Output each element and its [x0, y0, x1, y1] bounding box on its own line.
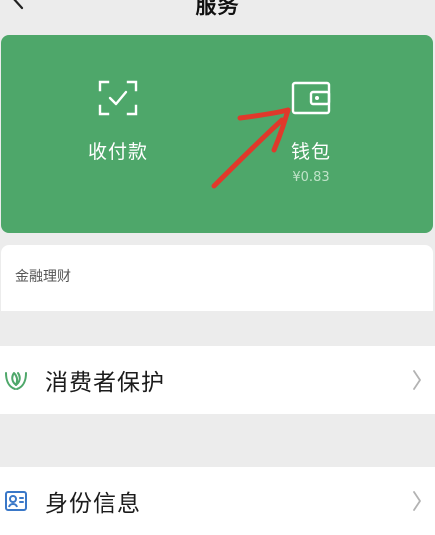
finance-section: 金融理财	[1, 245, 433, 311]
page-title: 服务	[195, 0, 240, 18]
scan-check-icon	[94, 77, 142, 119]
collect-pay-button[interactable]: 收付款	[53, 77, 183, 164]
list-item-consumer-protection[interactable]: 消费者保护	[0, 346, 435, 414]
consumer-protection-label: 消费者保护	[45, 370, 165, 396]
finance-section-title: 金融理财	[15, 269, 71, 285]
chevron-right-icon	[409, 367, 425, 393]
chevron-right-icon	[409, 488, 425, 514]
identity-info-label: 身份信息	[45, 491, 141, 517]
red-arrow-annotation	[211, 107, 291, 189]
id-card-icon	[1, 486, 31, 516]
payment-card: 收付款 钱包 ¥0.83	[1, 35, 433, 233]
collect-pay-label: 收付款	[87, 141, 148, 163]
list-item-identity-info[interactable]: 身份信息	[0, 467, 435, 535]
top-nav-bar: 服务	[0, 0, 435, 34]
hands-leaf-icon	[1, 365, 31, 395]
